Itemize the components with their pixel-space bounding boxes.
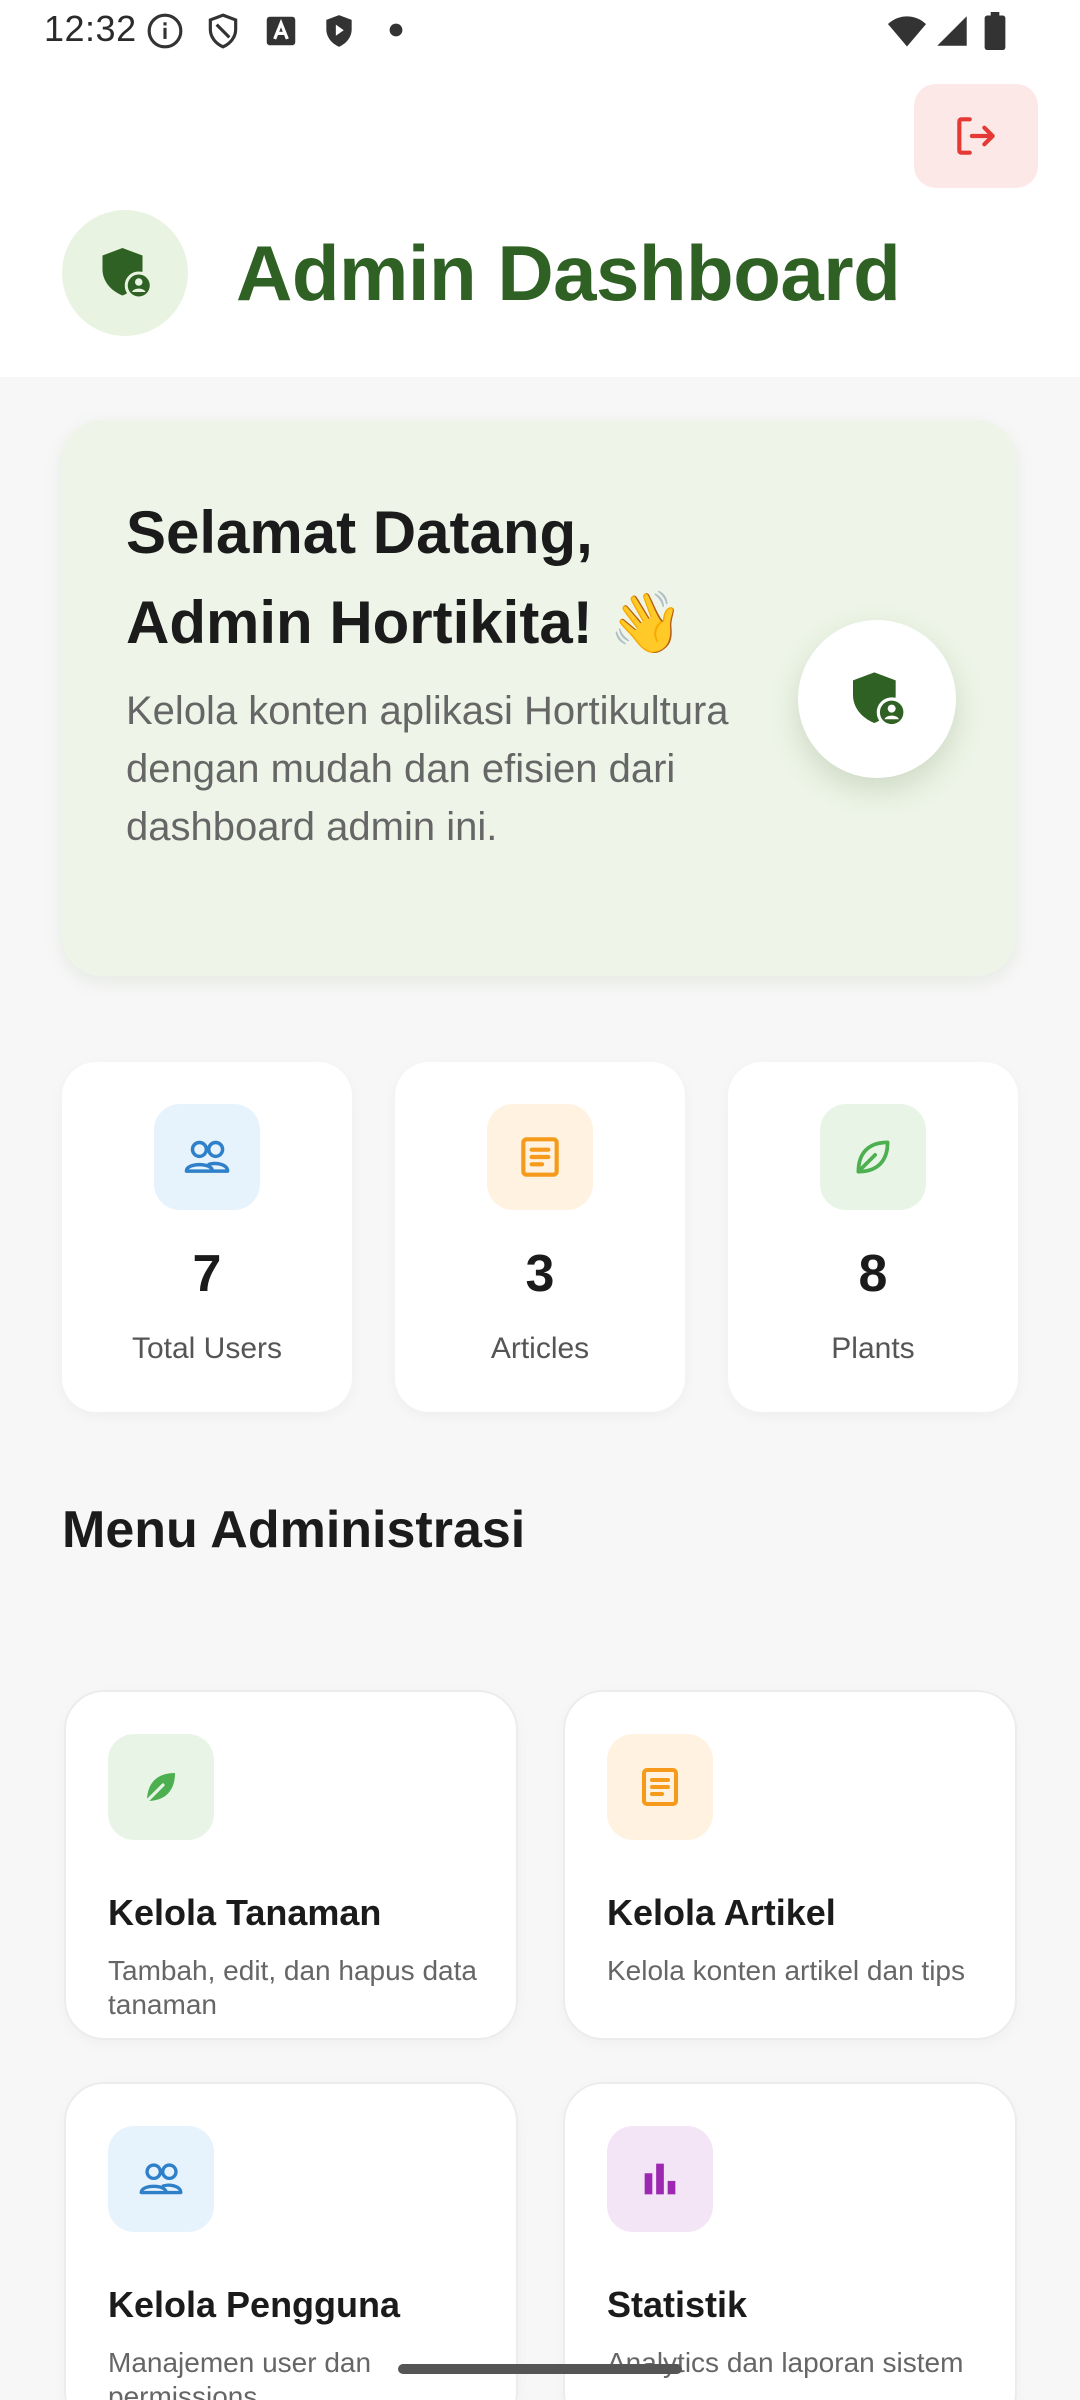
dot-icon xyxy=(389,23,403,37)
menu-card-kelola-pengguna[interactable]: Kelola Pengguna Manajemen user dan permi… xyxy=(64,2082,518,2400)
menu-title: Kelola Tanaman xyxy=(108,1892,382,1933)
stat-card-users: 7 Total Users xyxy=(62,1062,352,1412)
menu-card-kelola-tanaman[interactable]: Kelola Tanaman Tambah, edit, dan hapus d… xyxy=(64,1690,518,2040)
menu-icon-pengguna xyxy=(108,2126,214,2232)
status-time: 12:32 xyxy=(44,8,137,49)
wifi-icon xyxy=(888,16,926,47)
stat-icon-articles xyxy=(487,1104,593,1210)
stat-label: Articles xyxy=(490,1332,590,1365)
status-bar: 12:32 xyxy=(0,0,1080,62)
users-icon xyxy=(139,2163,183,2195)
welcome-badge xyxy=(798,620,956,778)
admin-shield-icon xyxy=(853,672,907,728)
logout-button[interactable] xyxy=(914,84,1038,188)
menu-card-kelola-artikel[interactable]: Kelola Artikel Kelola konten artikel dan… xyxy=(563,1690,1017,2040)
stat-icon-users xyxy=(154,1104,260,1210)
menu-card-statistik[interactable]: Statistik Analytics dan laporan sistem xyxy=(563,2082,1017,2400)
menu-icon-tanaman xyxy=(108,1734,214,1840)
stat-value: 8 xyxy=(858,1245,888,1303)
welcome-title-line1: Selamat Datang, xyxy=(126,499,593,566)
stat-card-articles: 3 Articles xyxy=(395,1062,685,1412)
welcome-card: Selamat Datang, Admin Hortikita! 👋 Kelol… xyxy=(62,420,1016,976)
page-title: Admin Dashboard xyxy=(236,229,901,317)
text-a-icon xyxy=(266,16,296,46)
stat-label: Plants xyxy=(831,1332,915,1365)
stat-value: 7 xyxy=(192,1245,222,1303)
shield-play-icon xyxy=(326,15,352,47)
menu-description: Tambah, edit, dan hapus data tanaman xyxy=(108,1955,477,2020)
stat-card-plants: 8 Plants xyxy=(728,1062,1018,1412)
stat-label: Total Users xyxy=(131,1332,283,1365)
info-icon xyxy=(147,13,183,49)
welcome-description: Kelola konten aplikasi Hortikultura deng… xyxy=(126,689,729,849)
menu-description: Analytics dan laporan sistem xyxy=(607,2347,964,2378)
welcome-title: Selamat Datang, Admin Hortikita! 👋 xyxy=(126,488,766,668)
stat-value: 3 xyxy=(525,1245,555,1303)
menu-title: Statistik xyxy=(607,2284,748,2325)
menu-title: Kelola Artikel xyxy=(607,1892,836,1933)
logout-icon xyxy=(957,117,995,155)
menu-icon-statistik xyxy=(607,2126,713,2232)
admin-shield-icon xyxy=(102,248,153,300)
users-icon xyxy=(184,1140,230,1173)
leaf-icon xyxy=(856,1140,890,1174)
menu-icon-artikel xyxy=(607,1734,713,1840)
header-avatar xyxy=(62,210,188,336)
menu-section-title: Menu Administrasi xyxy=(62,1501,526,1559)
shield-outline-icon xyxy=(208,13,238,49)
bar-chart-icon xyxy=(644,2163,676,2195)
welcome-title-line2: Admin Hortikita! 👋 xyxy=(126,589,685,656)
battery-icon xyxy=(984,12,1006,50)
leaf-icon xyxy=(145,1773,175,1803)
signal-icon xyxy=(937,16,967,46)
menu-title: Kelola Pengguna xyxy=(108,2284,401,2325)
article-icon xyxy=(642,1768,678,1806)
menu-description: Kelola konten artikel dan tips xyxy=(607,1955,965,1986)
stat-icon-plants xyxy=(820,1104,926,1210)
home-indicator[interactable] xyxy=(398,2364,682,2374)
article-icon xyxy=(521,1137,559,1177)
